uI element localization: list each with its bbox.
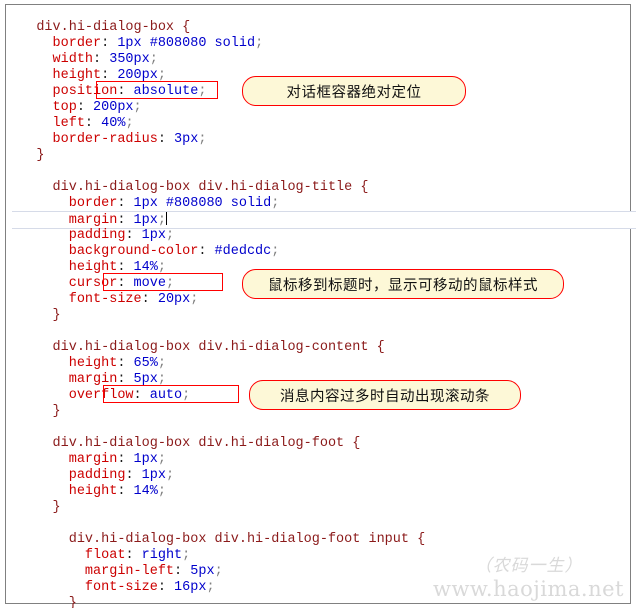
css-declaration-line[interactable]: left: 40%; bbox=[12, 116, 636, 132]
css-selector-line[interactable]: div.hi-dialog-box div.hi-dialog-title { bbox=[12, 180, 636, 196]
callout-cursor: 鼠标移到标题时，显示可移动的鼠标样式 bbox=[242, 269, 564, 299]
css-block-close[interactable]: } bbox=[12, 148, 636, 164]
css-declaration-line[interactable]: margin: 1px; bbox=[12, 212, 636, 228]
css-selector-line[interactable]: div.hi-dialog-box div.hi-dialog-content … bbox=[12, 340, 636, 356]
css-selector-line[interactable]: div.hi-dialog-box div.hi-dialog-foot { bbox=[12, 436, 636, 452]
css-selector-line[interactable]: div.hi-dialog-box div.hi-dialog-foot inp… bbox=[12, 532, 636, 548]
css-block-close[interactable]: } bbox=[12, 596, 636, 608]
code-line-blank[interactable] bbox=[12, 516, 636, 532]
css-declaration-line[interactable]: margin: 1px; bbox=[12, 452, 636, 468]
code-line-blank[interactable] bbox=[12, 164, 636, 180]
css-declaration-line[interactable]: float: right; bbox=[12, 548, 636, 564]
css-declaration-line[interactable]: font-size: 16px; bbox=[12, 580, 636, 596]
css-block-close[interactable]: } bbox=[12, 500, 636, 516]
css-declaration-line[interactable]: height: 65%; bbox=[12, 356, 636, 372]
css-declaration-line[interactable]: border: 1px #808080 solid; bbox=[12, 196, 636, 212]
css-declaration-line[interactable]: border-radius: 3px; bbox=[12, 132, 636, 148]
callout-overflow: 消息内容过多时自动出现滚动条 bbox=[249, 380, 521, 410]
css-block-close[interactable]: } bbox=[12, 308, 636, 324]
highlight-cursor bbox=[103, 273, 223, 291]
code-line-blank[interactable] bbox=[12, 420, 636, 436]
highlight-overflow bbox=[103, 385, 239, 403]
code-viewer-frame: div.hi-dialog-box { border: 1px #808080 … bbox=[5, 4, 636, 608]
css-declaration-line[interactable]: border: 1px #808080 solid; bbox=[12, 36, 636, 52]
css-declaration-line[interactable]: height: 14%; bbox=[12, 484, 636, 500]
css-declaration-line[interactable]: width: 350px; bbox=[12, 52, 636, 68]
callout-position: 对话框容器绝对定位 bbox=[242, 76, 466, 106]
code-line-blank[interactable] bbox=[12, 324, 636, 340]
highlight-position bbox=[96, 81, 218, 99]
css-declaration-line[interactable]: margin-left: 5px; bbox=[12, 564, 636, 580]
css-selector-line[interactable]: div.hi-dialog-box { bbox=[12, 20, 636, 36]
text-caret bbox=[165, 212, 167, 225]
css-declaration-line[interactable]: padding: 1px; bbox=[12, 468, 636, 484]
css-declaration-line[interactable]: padding: 1px; bbox=[12, 228, 636, 244]
screenshot-root: div.hi-dialog-box { border: 1px #808080 … bbox=[0, 0, 636, 616]
css-declaration-line[interactable]: background-color: #dedcdc; bbox=[12, 244, 636, 260]
